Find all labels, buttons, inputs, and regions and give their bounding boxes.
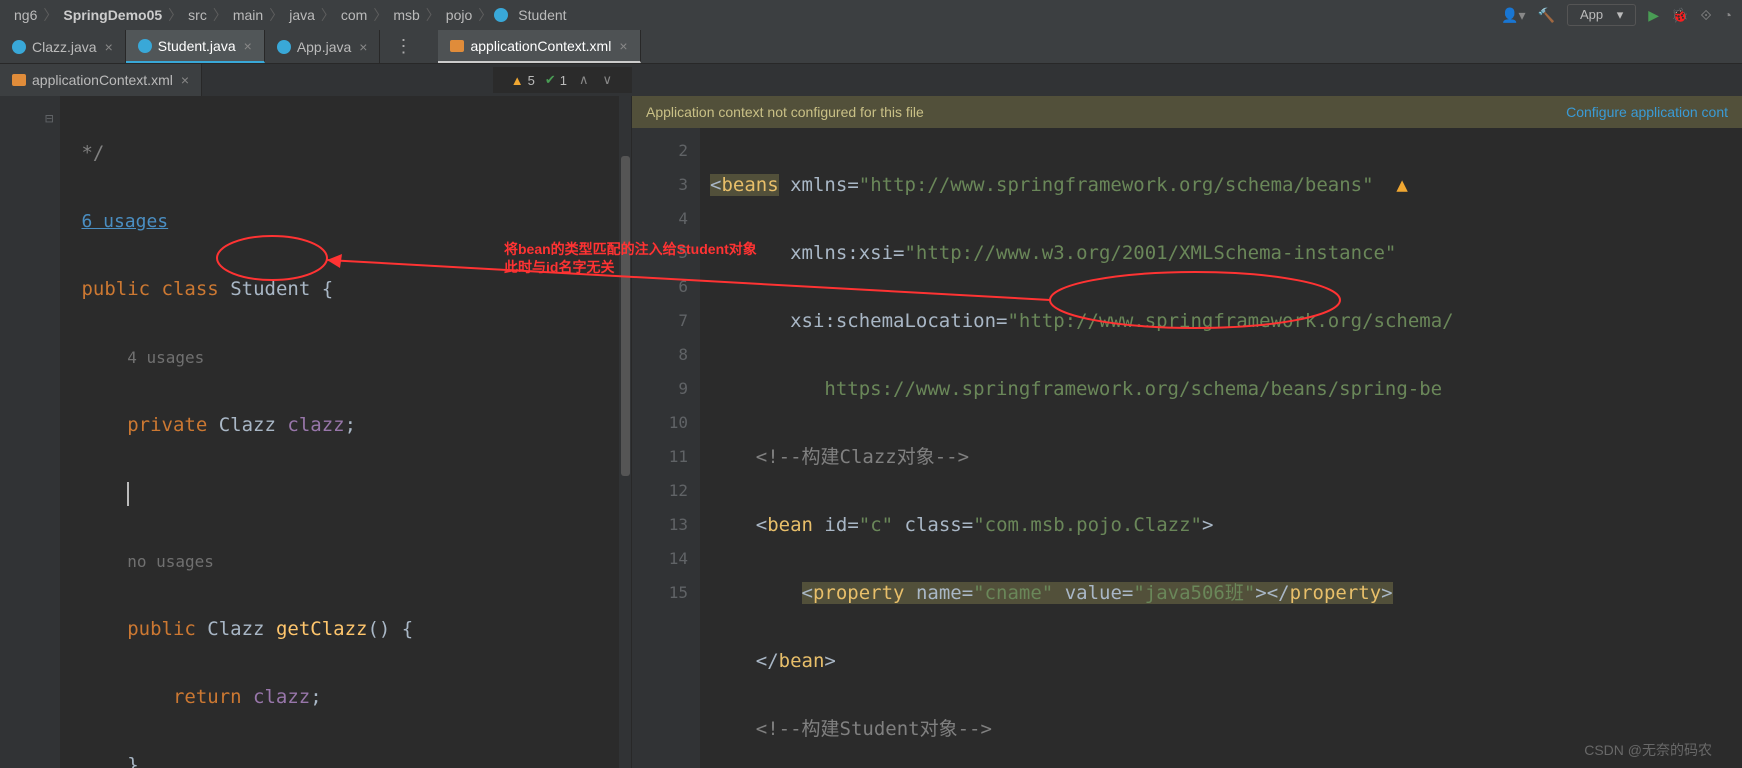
- bc-3[interactable]: main: [229, 7, 267, 23]
- tab-label: Clazz.java: [32, 39, 97, 55]
- bc-1[interactable]: SpringDemo05: [59, 7, 166, 23]
- chevron-down-icon: ▾: [1617, 7, 1624, 22]
- prev-highlight[interactable]: ∧: [577, 72, 591, 88]
- class-icon: [494, 8, 508, 22]
- bc-8[interactable]: Student: [514, 7, 570, 23]
- profile-icon[interactable]: ◔: [1724, 7, 1732, 23]
- tab-label: applicationContext.xml: [32, 72, 173, 88]
- tab-clazz[interactable]: Clazz.java ×: [0, 30, 126, 63]
- gutter-right: 2 3 4 5 6 7 8 9 10 11 12 13 14 15: [632, 128, 700, 768]
- xml-comment: <!--构建Student对象-->: [756, 718, 992, 740]
- close-icon[interactable]: ×: [619, 38, 627, 54]
- usages-link[interactable]: 6 usages: [81, 211, 168, 232]
- configure-link[interactable]: Configure application cont: [1566, 104, 1728, 120]
- check-icon: ✔: [545, 72, 556, 88]
- breadcrumb-bar: ng6〉 SpringDemo05〉 src〉 main〉 java〉 com〉…: [0, 0, 1742, 30]
- bc-2[interactable]: src: [184, 7, 211, 23]
- next-highlight[interactable]: ∨: [600, 72, 614, 88]
- close-icon[interactable]: ×: [359, 39, 367, 55]
- secondary-tabs: applicationContext.xml × ▲ 5 ✔ 1 ∧ ∨: [0, 64, 1742, 96]
- notice-text: Application context not configured for t…: [646, 104, 924, 120]
- gutter-left: ⊟: [0, 96, 60, 768]
- bc-6[interactable]: msb: [389, 7, 423, 23]
- java-icon: [12, 40, 26, 54]
- run-config-name: App: [1580, 7, 1603, 22]
- bc-0[interactable]: ng6: [10, 7, 41, 23]
- tabs-more-icon[interactable]: ⋮: [380, 36, 426, 57]
- warning-icon: ▲: [1396, 174, 1407, 196]
- java-icon: [138, 39, 152, 53]
- warn-count: 5: [528, 73, 535, 88]
- scroll-thumb[interactable]: [621, 156, 630, 476]
- editor-right: Application context not configured for t…: [632, 96, 1742, 768]
- tab-label: Student.java: [158, 38, 236, 54]
- tab-label: applicationContext.xml: [470, 38, 611, 54]
- xml-icon: [12, 74, 26, 86]
- comment: */: [81, 142, 104, 164]
- hammer-icon[interactable]: 🔨: [1538, 7, 1555, 24]
- bc-4[interactable]: java: [285, 7, 319, 23]
- editor-tabs-left: Clazz.java × Student.java × App.java × ⋮…: [0, 30, 1742, 64]
- notice-bar: Application context not configured for t…: [632, 96, 1742, 128]
- text-caret: [127, 482, 129, 506]
- usages-hint[interactable]: no usages: [127, 552, 214, 571]
- tab-app[interactable]: App.java ×: [265, 30, 381, 63]
- bc-5[interactable]: com: [337, 7, 371, 23]
- xml-icon: [450, 40, 464, 52]
- editor-left: ⊟ */ 6 usages public class Student { 4 u…: [0, 96, 632, 768]
- tab-label: App.java: [297, 39, 351, 55]
- java-icon: [277, 40, 291, 54]
- close-icon[interactable]: ×: [244, 38, 252, 54]
- run-config-select[interactable]: App ▾: [1567, 4, 1636, 26]
- close-icon[interactable]: ×: [181, 72, 189, 88]
- code-area-right[interactable]: <beans xmlns="http://www.springframework…: [700, 128, 1742, 768]
- fold-icon[interactable]: ⊟: [45, 102, 53, 136]
- xml-comment: <!--构建Clazz对象-->: [756, 446, 969, 468]
- inspection-status: ▲ 5 ✔ 1 ∧ ∨: [493, 67, 632, 93]
- tab-student[interactable]: Student.java ×: [126, 30, 265, 63]
- coverage-icon[interactable]: ⟐: [1700, 7, 1711, 24]
- bc-sep: 〉: [41, 5, 59, 25]
- bc-7[interactable]: pojo: [442, 7, 476, 23]
- warning-icon: ▲: [511, 73, 524, 88]
- run-icon[interactable]: ▶: [1648, 7, 1659, 24]
- user-icon[interactable]: 👤▾: [1501, 7, 1525, 24]
- usages-hint[interactable]: 4 usages: [127, 348, 204, 367]
- debug-icon[interactable]: 🐞: [1671, 7, 1688, 24]
- code-area-left[interactable]: */ 6 usages public class Student { 4 usa…: [60, 96, 631, 768]
- xml-editor[interactable]: 2 3 4 5 6 7 8 9 10 11 12 13 14 15 <beans…: [632, 128, 1742, 768]
- close-icon[interactable]: ×: [105, 39, 113, 55]
- tab-appcontext-secondary[interactable]: applicationContext.xml ×: [0, 64, 202, 96]
- scrollbar-left[interactable]: [619, 96, 631, 768]
- check-count: 1: [560, 73, 567, 88]
- java-editor[interactable]: ⊟ */ 6 usages public class Student { 4 u…: [0, 96, 631, 768]
- watermark: CSDN @无奈的码农: [1584, 740, 1712, 760]
- tab-appcontext[interactable]: applicationContext.xml ×: [438, 30, 640, 63]
